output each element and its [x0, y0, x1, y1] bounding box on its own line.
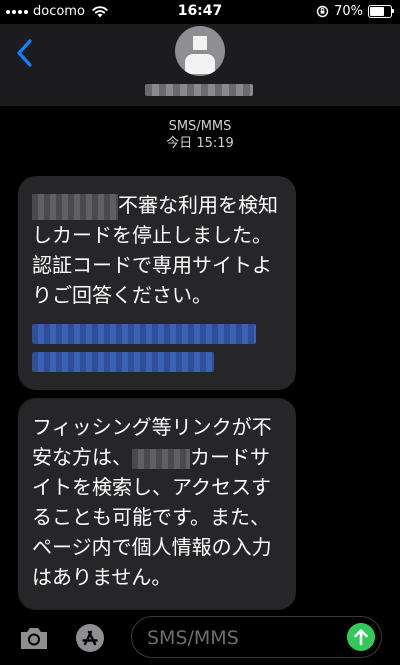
- redacted-link[interactable]: [32, 324, 256, 344]
- contact-name[interactable]: [145, 84, 253, 96]
- message-bubble[interactable]: フィッシング等リンクが不安な方は、 カードサイトを検索し、アクセスすることも可能で…: [18, 398, 296, 610]
- contact-avatar[interactable]: [175, 26, 225, 76]
- camera-icon[interactable]: [18, 624, 50, 652]
- message-input-bar: SMS/MMS: [0, 610, 400, 665]
- orientation-lock-icon: [316, 5, 329, 18]
- conversation-meta: SMS/MMS 今日 15:19: [0, 118, 400, 152]
- battery-icon: [368, 5, 394, 18]
- service-label: SMS/MMS: [168, 119, 232, 134]
- message-input[interactable]: SMS/MMS: [131, 616, 382, 658]
- redacted-brand: [132, 448, 190, 469]
- battery-percentage: 70%: [334, 4, 363, 19]
- redacted-link[interactable]: [32, 352, 214, 372]
- input-placeholder: SMS/MMS: [147, 627, 239, 649]
- message-text: フィッシング等リンクが不安な方は、 カードサイトを検索し、アクセスすることも可能で…: [32, 415, 272, 589]
- message-text: 不審な利用を検知しカードを停止しました。認証コードで専用サイトよりご回答ください…: [32, 193, 278, 307]
- status-bar: docomo 16:47 70%: [0, 0, 400, 24]
- app-store-icon[interactable]: [74, 622, 106, 654]
- send-button[interactable]: [347, 623, 375, 651]
- message-timestamp: 今日 15:19: [166, 136, 234, 151]
- back-button[interactable]: [14, 38, 38, 68]
- conversation-header: [0, 24, 400, 106]
- message-bubble[interactable]: 不審な利用を検知しカードを停止しました。認証コードで専用サイトよりご回答ください…: [18, 176, 296, 390]
- person-icon: [193, 36, 207, 50]
- redacted-sender: [32, 193, 118, 220]
